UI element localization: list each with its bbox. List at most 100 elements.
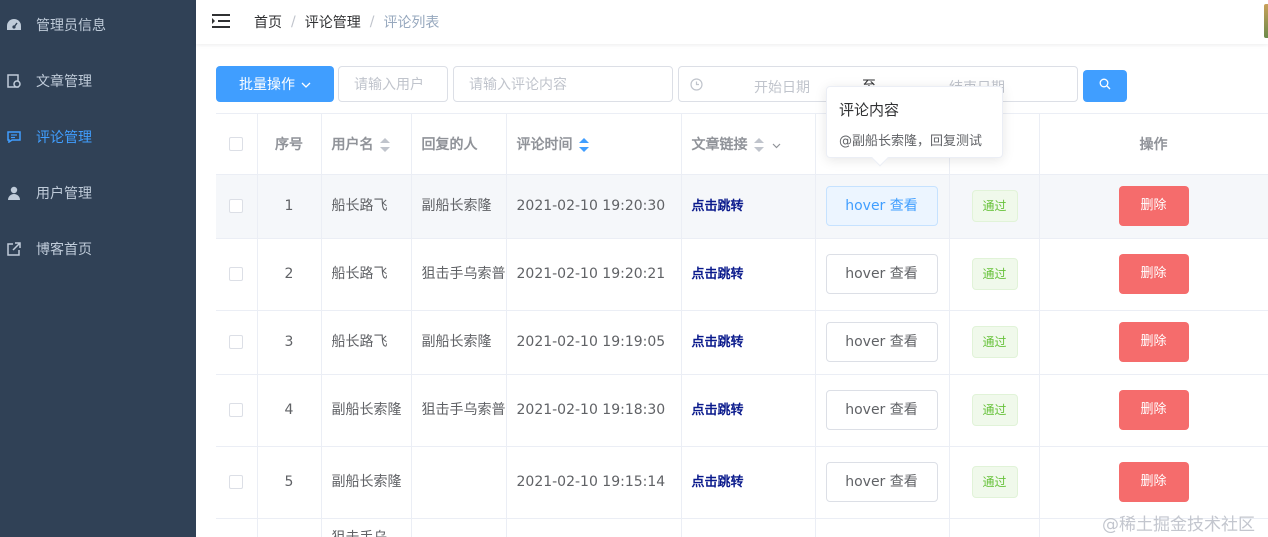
cell-time: 2021-02-10 19:20:30 [506, 174, 682, 239]
cell-actions: 删除 [1039, 374, 1268, 447]
sidebar-item-label: 管理员信息 [36, 18, 106, 34]
batch-operation-button[interactable]: 批量操作 [216, 66, 334, 102]
external-link-icon [6, 241, 22, 257]
cell-actions: 删除 [1039, 238, 1268, 311]
sort-icon[interactable] [578, 137, 589, 152]
cell-time: 2021-02-10 19:19:05 [506, 310, 682, 375]
article-link[interactable]: 点击跳转 [692, 335, 744, 350]
cell-username: 船长路飞 [321, 238, 412, 311]
status-badge: 通过 [971, 258, 1018, 290]
cell-index [257, 518, 322, 537]
cell-time: 2021-02-10 19:20:21 [506, 238, 682, 311]
hover-view-button[interactable]: hover 查看 [825, 322, 938, 362]
row-checkbox[interactable] [229, 334, 244, 349]
cell-index: 1 [257, 174, 322, 239]
search-icon [1099, 78, 1111, 94]
row-select-cell [216, 374, 258, 447]
article-link[interactable]: 点击跳转 [692, 199, 744, 214]
cell-actions: 删除 [1039, 174, 1268, 239]
cell-reply-to: 副船长索隆 [411, 174, 507, 239]
row-checkbox[interactable] [229, 474, 244, 489]
breadcrumb-home[interactable]: 首页 [254, 12, 282, 32]
breadcrumb-separator: / [291, 14, 296, 30]
hover-view-button[interactable]: hover 查看 [825, 390, 938, 430]
header-article-link[interactable]: 文章链接 [681, 114, 816, 175]
hamburger-menu-icon[interactable] [212, 13, 230, 29]
header-time-label: 评论时间 [516, 136, 573, 153]
sidebar-item-admin-info[interactable]: 管理员信息 [0, 0, 196, 53]
row-select-cell [216, 174, 258, 239]
cell-index: 4 [257, 374, 322, 447]
cell-reply-to: 副船长索隆 [411, 310, 507, 375]
hover-view-button[interactable]: hover 查看 [825, 462, 938, 502]
cell-view: hover 查看 [815, 238, 950, 311]
cell-view: hover 查看 [815, 174, 950, 239]
cell-username: 狙击手乌 [321, 518, 412, 537]
row-checkbox[interactable] [229, 402, 244, 417]
header-article-link-label: 文章链接 [691, 136, 748, 153]
delete-button[interactable]: 删除 [1118, 390, 1189, 430]
article-link[interactable]: 点击跳转 [692, 475, 744, 490]
status-badge: 通过 [971, 190, 1018, 222]
table-row: 1 船长路飞 副船长索隆 2021-02-10 19:20:30 点击跳转 hover 查… [216, 174, 1268, 239]
sidebar-item-article[interactable]: 文章管理 [0, 53, 196, 109]
cell-article-link [681, 518, 816, 537]
sidebar-item-blog-home[interactable]: 博客首页 [0, 221, 196, 277]
header-time[interactable]: 评论时间 [506, 114, 682, 175]
header-reply-to: 回复的人 [411, 114, 507, 175]
user-search-input[interactable]: 请输入用户 [338, 66, 448, 102]
comment-content-input[interactable]: 请输入评论内容 [453, 66, 673, 102]
clock-icon [690, 78, 703, 91]
sort-icon[interactable] [753, 137, 764, 152]
row-select-cell [216, 310, 258, 375]
sidebar-item-label: 博客首页 [36, 242, 92, 258]
popover-title: 评论内容 [839, 101, 900, 119]
table-row: 5 副船长索隆 2021-02-10 19:15:14 点击跳转 hover 查看 通过 删… [216, 446, 1268, 519]
article-link[interactable]: 点击跳转 [692, 267, 744, 282]
status-badge: 通过 [971, 394, 1018, 426]
sidebar-item-users[interactable]: 用户管理 [0, 165, 196, 221]
cell-article-link: 点击跳转 [681, 374, 816, 447]
filter-chevron-icon[interactable] [772, 137, 781, 153]
article-settings-icon [6, 73, 22, 89]
search-button[interactable] [1083, 70, 1127, 102]
row-checkbox[interactable] [229, 266, 244, 281]
cell-index: 3 [257, 310, 322, 375]
row-checkbox[interactable] [229, 198, 244, 213]
avatar[interactable] [1264, 4, 1268, 38]
select-all-checkbox[interactable] [229, 136, 244, 151]
user-search-placeholder: 请输入用户 [354, 77, 424, 93]
sidebar: 管理员信息 文章管理 评论管理 用户管理 博客首页 [0, 0, 196, 537]
hover-view-button[interactable]: hover 查看 [825, 186, 938, 226]
comment-content-popover: 评论内容 @副船长索隆，回复测试 [826, 86, 1003, 167]
cell-status: 通过 [949, 310, 1040, 375]
table-header-row: 序号 用户名 回复的人 评论时间 文章链接 状态 操作 [216, 114, 1268, 175]
delete-button[interactable]: 删除 [1118, 462, 1189, 502]
header-username-label: 用户名 [331, 136, 374, 153]
sort-icon[interactable] [379, 137, 390, 152]
batch-operation-label: 批量操作 [239, 77, 295, 93]
breadcrumb-current: 评论列表 [383, 15, 440, 31]
cell-reply-to: 狙击手乌索普 [411, 374, 507, 447]
header-username[interactable]: 用户名 [321, 114, 412, 175]
sidebar-item-comment[interactable]: 评论管理 [0, 109, 196, 165]
cell-reply-to [411, 518, 507, 537]
status-badge: 通过 [971, 326, 1018, 358]
hover-view-button[interactable]: hover 查看 [825, 254, 938, 294]
article-link[interactable]: 点击跳转 [692, 403, 744, 418]
row-select-cell [216, 446, 258, 519]
delete-button[interactable]: 删除 [1118, 254, 1189, 294]
delete-button[interactable]: 删除 [1118, 322, 1189, 362]
breadcrumb: 首页 / 评论管理 / 评论列表 [254, 12, 439, 32]
top-navbar: 首页 / 评论管理 / 评论列表 [196, 0, 1268, 44]
start-date-placeholder[interactable]: 开始日期 [754, 77, 810, 97]
cell-status: 通过 [949, 238, 1040, 311]
sidebar-item-label: 用户管理 [36, 186, 92, 202]
cell-actions: 删除 [1039, 446, 1268, 519]
breadcrumb-comment-management[interactable]: 评论管理 [305, 12, 361, 32]
cell-actions: 删除 [1039, 310, 1268, 375]
row-select-cell [216, 518, 258, 537]
status-badge: 通过 [971, 466, 1018, 498]
cell-time: 2021-02-10 19:15:14 [506, 446, 682, 519]
delete-button[interactable]: 删除 [1118, 186, 1189, 226]
